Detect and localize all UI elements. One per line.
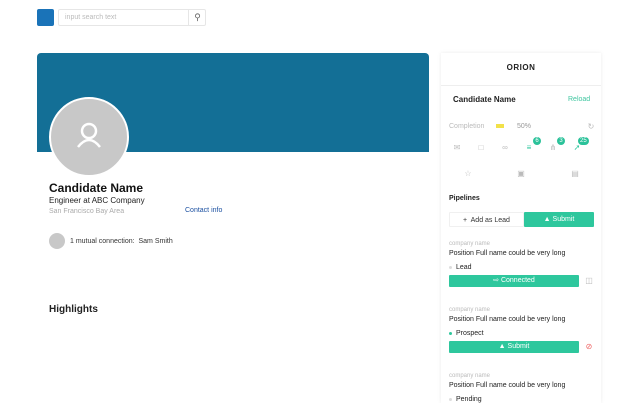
candidate-name: Candidate Name (49, 181, 144, 195)
app-logo[interactable] (37, 9, 54, 26)
pipelines-heading: Pipelines (449, 195, 480, 202)
pipeline-position: Position Full name could be very long (449, 250, 566, 257)
profile-card (37, 53, 429, 403)
star-icon[interactable]: ☆ (461, 169, 475, 178)
add-as-lead-button[interactable]: + Add as Lead (449, 212, 524, 227)
search-icon[interactable]: ⚲ (188, 9, 206, 26)
completion-percent: 50% (517, 123, 532, 130)
user-icon (77, 122, 101, 148)
avatar (49, 97, 129, 177)
candidate-location: San Francisco Bay Area (49, 208, 125, 215)
completion-bar (496, 124, 504, 128)
pipeline-company: company name (449, 373, 491, 379)
network-badge: 3 (557, 137, 565, 145)
submit-button[interactable]: ▲ Submit (524, 212, 594, 227)
pipeline-position: Position Full name could be very long (449, 382, 566, 389)
pipeline-stage: Lead (449, 264, 472, 271)
mutual-avatar (49, 233, 65, 249)
highlights-heading: Highlights (49, 304, 98, 315)
mutual-count: 1 mutual connection: (70, 238, 135, 245)
refresh-icon[interactable]: ↻ (584, 122, 598, 131)
trash-icon[interactable]: ◫ (582, 276, 596, 285)
list-badge: 6 (533, 137, 541, 145)
orion-logo: ORION (506, 63, 536, 72)
mail-icon[interactable]: ✉ (450, 143, 464, 152)
calendar-icon[interactable]: ▣ (514, 169, 528, 178)
contact-info-link[interactable]: Contact info (185, 207, 222, 214)
search-input[interactable]: input search text (58, 9, 206, 26)
note-icon[interactable]: ▤ (568, 169, 582, 178)
file-icon[interactable]: □ (474, 143, 488, 152)
completion-label: Completion (449, 123, 485, 130)
pipeline-submit-button[interactable]: ▲ Submit (449, 341, 579, 353)
pin-badge: 25 (578, 137, 589, 145)
pipeline-company: company name (449, 307, 491, 313)
mutual-connections[interactable]: 1 mutual connection: Sam Smith (70, 238, 173, 245)
orion-panel: ORION Candidate Name Reload Completion 5… (441, 53, 601, 403)
connected-button[interactable]: ⇨ Connected (449, 275, 579, 287)
candidate-title: Engineer at ABC Company (49, 196, 145, 205)
pipeline-company: company name (449, 241, 491, 247)
mutual-name: Sam Smith (138, 238, 173, 245)
reload-button[interactable]: Reload (568, 96, 590, 103)
panel-candidate-name: Candidate Name (453, 95, 516, 104)
divider (441, 85, 601, 86)
link-icon[interactable]: ∞ (498, 143, 512, 152)
unlink-icon[interactable]: ⊘ (582, 342, 596, 351)
pipeline-stage: Prospect (449, 330, 484, 337)
pipeline-position: Position Full name could be very long (449, 316, 566, 323)
